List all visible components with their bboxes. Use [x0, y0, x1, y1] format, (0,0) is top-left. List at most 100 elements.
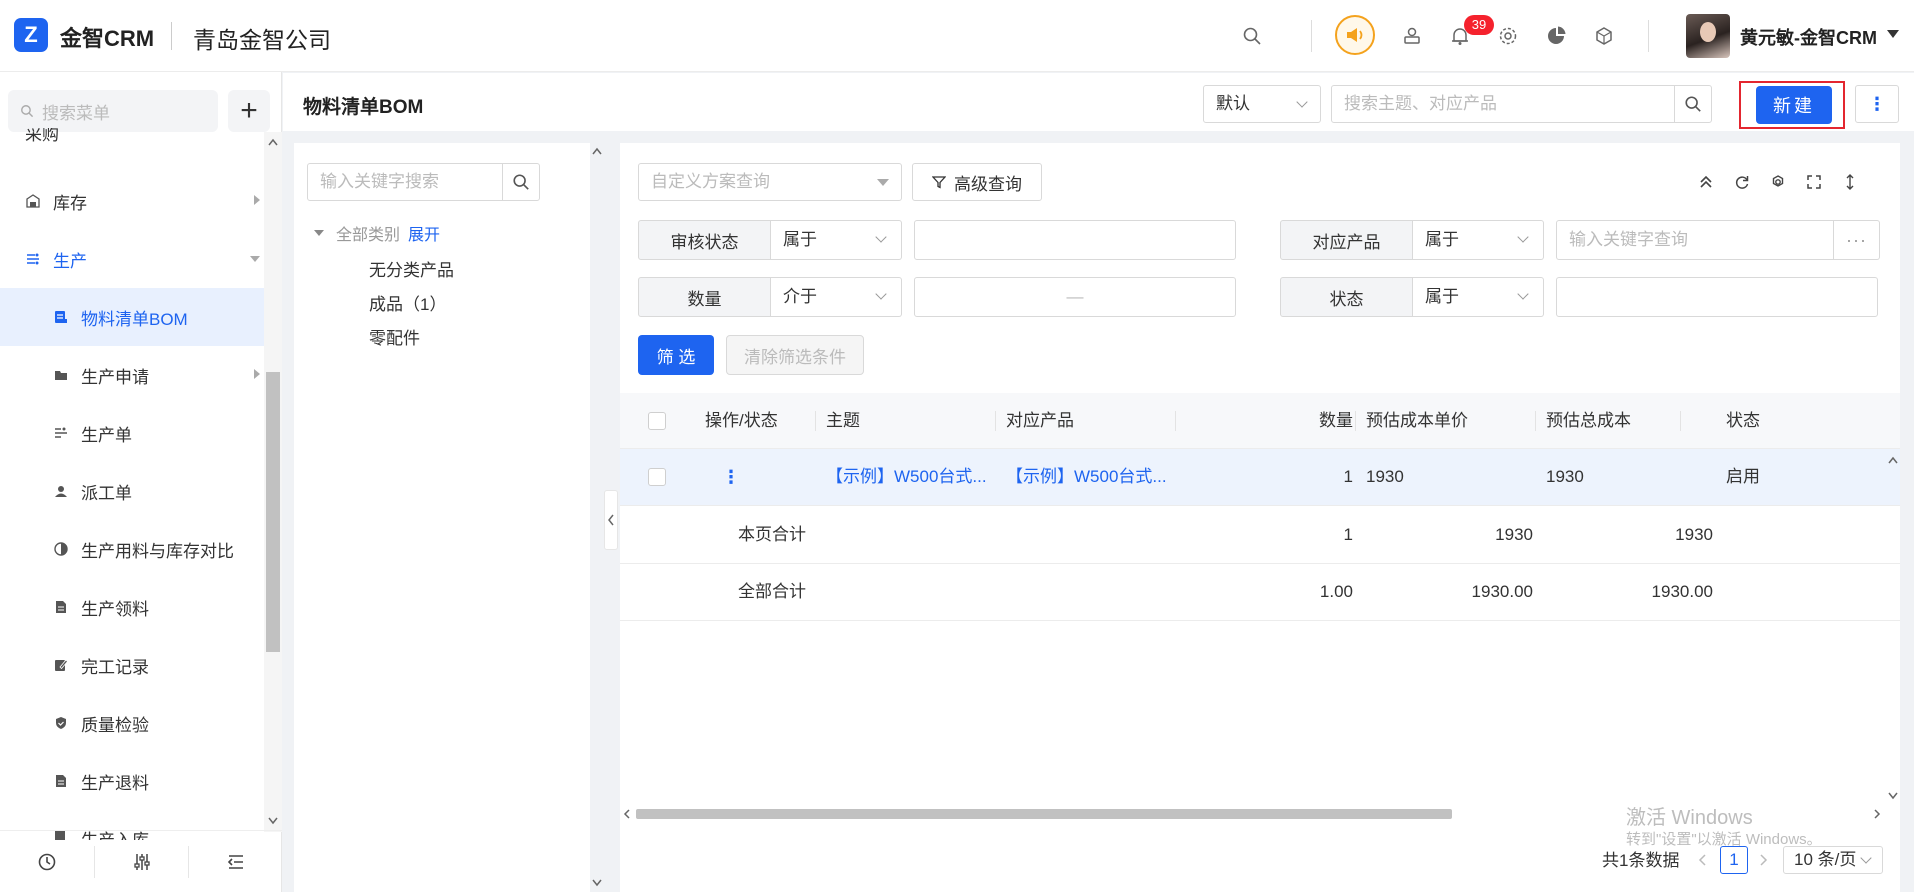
filter-op-product[interactable]: 属于: [1413, 220, 1544, 260]
scroll-right-icon[interactable]: [1873, 809, 1881, 819]
clear-filters-button[interactable]: 清除筛选条件: [726, 335, 864, 375]
chevron-down-icon: [875, 288, 887, 300]
prev-page-icon[interactable]: [1698, 854, 1708, 866]
scroll-left-icon[interactable]: [623, 809, 631, 819]
gear-icon[interactable]: [1494, 22, 1522, 50]
logo-icon[interactable]: Z: [14, 18, 48, 52]
column-header-total-cost[interactable]: 预估总成本: [1546, 393, 1631, 449]
sidebar-menu: 库存 生产 物料清单BOM 生产申请 生产单 派工单 生产用料与库存对比 生产领…: [0, 172, 264, 840]
fullscreen-icon[interactable]: [1796, 168, 1832, 196]
filter-button[interactable]: 筛 选: [638, 335, 714, 375]
row-checkbox[interactable]: [648, 468, 666, 486]
tree-node[interactable]: 成品（1）: [369, 290, 446, 315]
select-all-checkbox[interactable]: [648, 412, 666, 430]
sidebar-item-bom[interactable]: 物料清单BOM: [0, 288, 264, 346]
announcement-icon[interactable]: [1335, 15, 1375, 55]
sidebar-item-quality-check[interactable]: 质量检验: [0, 694, 264, 752]
folder-icon: [53, 367, 69, 383]
scroll-down-icon[interactable]: [268, 817, 278, 825]
brand-name: 金智CRM: [60, 26, 155, 51]
next-page-icon[interactable]: [1758, 854, 1768, 866]
horizontal-scrollbar-thumb[interactable]: [636, 809, 1452, 819]
sidebar-item-production[interactable]: 生产: [0, 230, 264, 288]
column-header-quantity[interactable]: 数量: [1186, 393, 1353, 449]
row-product-link[interactable]: 【示例】W500台式...: [1006, 449, 1176, 505]
filter-value-status[interactable]: [1556, 277, 1878, 317]
collapse-tree-button[interactable]: [604, 490, 618, 550]
new-button[interactable]: 新建: [1756, 86, 1832, 124]
approval-icon[interactable]: [1398, 22, 1426, 50]
more-options-button[interactable]: ⋮: [1855, 85, 1899, 123]
column-header-status[interactable]: 状态: [1726, 393, 1760, 449]
scroll-down-icon[interactable]: [592, 879, 602, 887]
caret-down-icon[interactable]: [314, 230, 324, 236]
view-select[interactable]: 默认: [1203, 85, 1321, 123]
company-name[interactable]: 青岛金智公司: [193, 21, 331, 55]
tree-root[interactable]: 全部类别 展开: [314, 221, 440, 245]
column-header-product[interactable]: 对应产品: [1006, 393, 1074, 449]
refresh-icon[interactable]: [1724, 168, 1760, 196]
settings-icon[interactable]: [1760, 168, 1796, 196]
page-size-select[interactable]: 10 条/页: [1783, 846, 1883, 874]
page-title: 物料清单BOM: [303, 97, 424, 118]
scroll-up-icon[interactable]: [592, 147, 602, 155]
row-unit-cost: 1930: [1366, 467, 1404, 486]
pie-chart-icon[interactable]: [1542, 22, 1570, 50]
sidebar-scrollbar-thumb[interactable]: [266, 372, 280, 652]
user-name[interactable]: 黄元敏-金智CRM: [1740, 24, 1877, 50]
cube-icon[interactable]: [1590, 22, 1618, 50]
row-height-icon[interactable]: [1832, 168, 1868, 196]
row-subject-link[interactable]: 【示例】W500台式...: [826, 449, 996, 505]
menu-search-input[interactable]: 搜索菜单: [8, 90, 218, 132]
compare-icon: [53, 541, 69, 557]
caret-down-icon[interactable]: [1887, 30, 1899, 38]
sidebar-item-material-pick[interactable]: 生产领料: [0, 578, 264, 636]
sidebar-item-material-compare[interactable]: 生产用料与库存对比: [0, 520, 264, 578]
sidebar-item-inventory[interactable]: 库存: [0, 172, 264, 230]
scroll-up-icon[interactable]: [268, 138, 278, 146]
total-count: 共1条数据: [1602, 851, 1680, 870]
scroll-up-icon[interactable]: [1888, 456, 1898, 464]
filter-op-status[interactable]: 属于: [1413, 277, 1544, 317]
sidebar-item-purchase[interactable]: 采购: [25, 128, 59, 142]
tree-node[interactable]: 零配件: [369, 324, 420, 349]
main-search-button[interactable]: [1674, 85, 1712, 123]
advanced-query-button[interactable]: 高级查询: [912, 163, 1042, 201]
sidebar-item-dispatch[interactable]: 派工单: [0, 462, 264, 520]
top-bar: Z 金智CRM 青岛金智公司 39 黄元敏-金智CRM: [0, 0, 1914, 72]
sidebar-item-material-return[interactable]: 生产退料: [0, 752, 264, 810]
sidebar-item-production-request[interactable]: 生产申请: [0, 346, 264, 404]
column-divider: [815, 411, 816, 431]
tree-search-button[interactable]: [502, 163, 540, 201]
tree-search-input[interactable]: 输入关键字搜索: [307, 163, 503, 201]
expand-link[interactable]: 展开: [408, 221, 440, 245]
scroll-down-icon[interactable]: [1888, 792, 1898, 800]
history-icon[interactable]: [0, 846, 94, 878]
avatar[interactable]: [1686, 14, 1730, 58]
column-divider: [1175, 411, 1176, 431]
production-icon: [25, 251, 41, 267]
filter-value-quantity-range[interactable]: —: [914, 277, 1236, 317]
scheme-select[interactable]: 自定义方案查询: [638, 163, 902, 201]
collapse-menu-icon[interactable]: [188, 845, 282, 878]
filter-value-audit-status[interactable]: [914, 220, 1236, 260]
add-menu-button[interactable]: +: [228, 90, 270, 132]
windows-watermark-hint: 转到"设置"以激活 Windows。: [1626, 831, 1822, 848]
main-search-input[interactable]: 搜索主题、对应产品: [1331, 85, 1675, 123]
tree-node[interactable]: 无分类产品: [369, 256, 454, 281]
edit-record-icon: [53, 657, 69, 673]
adjust-icon[interactable]: [94, 845, 188, 878]
row-actions-icon[interactable]: ⋮: [722, 449, 740, 505]
filter-op-audit-status[interactable]: 属于: [771, 220, 902, 260]
filter-op-quantity[interactable]: 介于: [771, 277, 902, 317]
column-header-subject[interactable]: 主题: [826, 393, 860, 449]
filter-value-product[interactable]: 输入关键字查询: [1556, 220, 1834, 260]
collapse-up-icon[interactable]: [1688, 168, 1724, 196]
sidebar-item-production-order[interactable]: 生产单: [0, 404, 264, 462]
sidebar-item-completion-record[interactable]: 完工记录: [0, 636, 264, 694]
search-icon[interactable]: [1238, 22, 1266, 50]
product-picker-button[interactable]: ···: [1834, 220, 1880, 260]
column-header-unit-cost[interactable]: 预估成本单价: [1366, 393, 1468, 449]
table-row[interactable]: ⋮ 【示例】W500台式... 【示例】W500台式... 1 1930 193…: [620, 449, 1900, 506]
page-number[interactable]: 1: [1720, 846, 1748, 874]
